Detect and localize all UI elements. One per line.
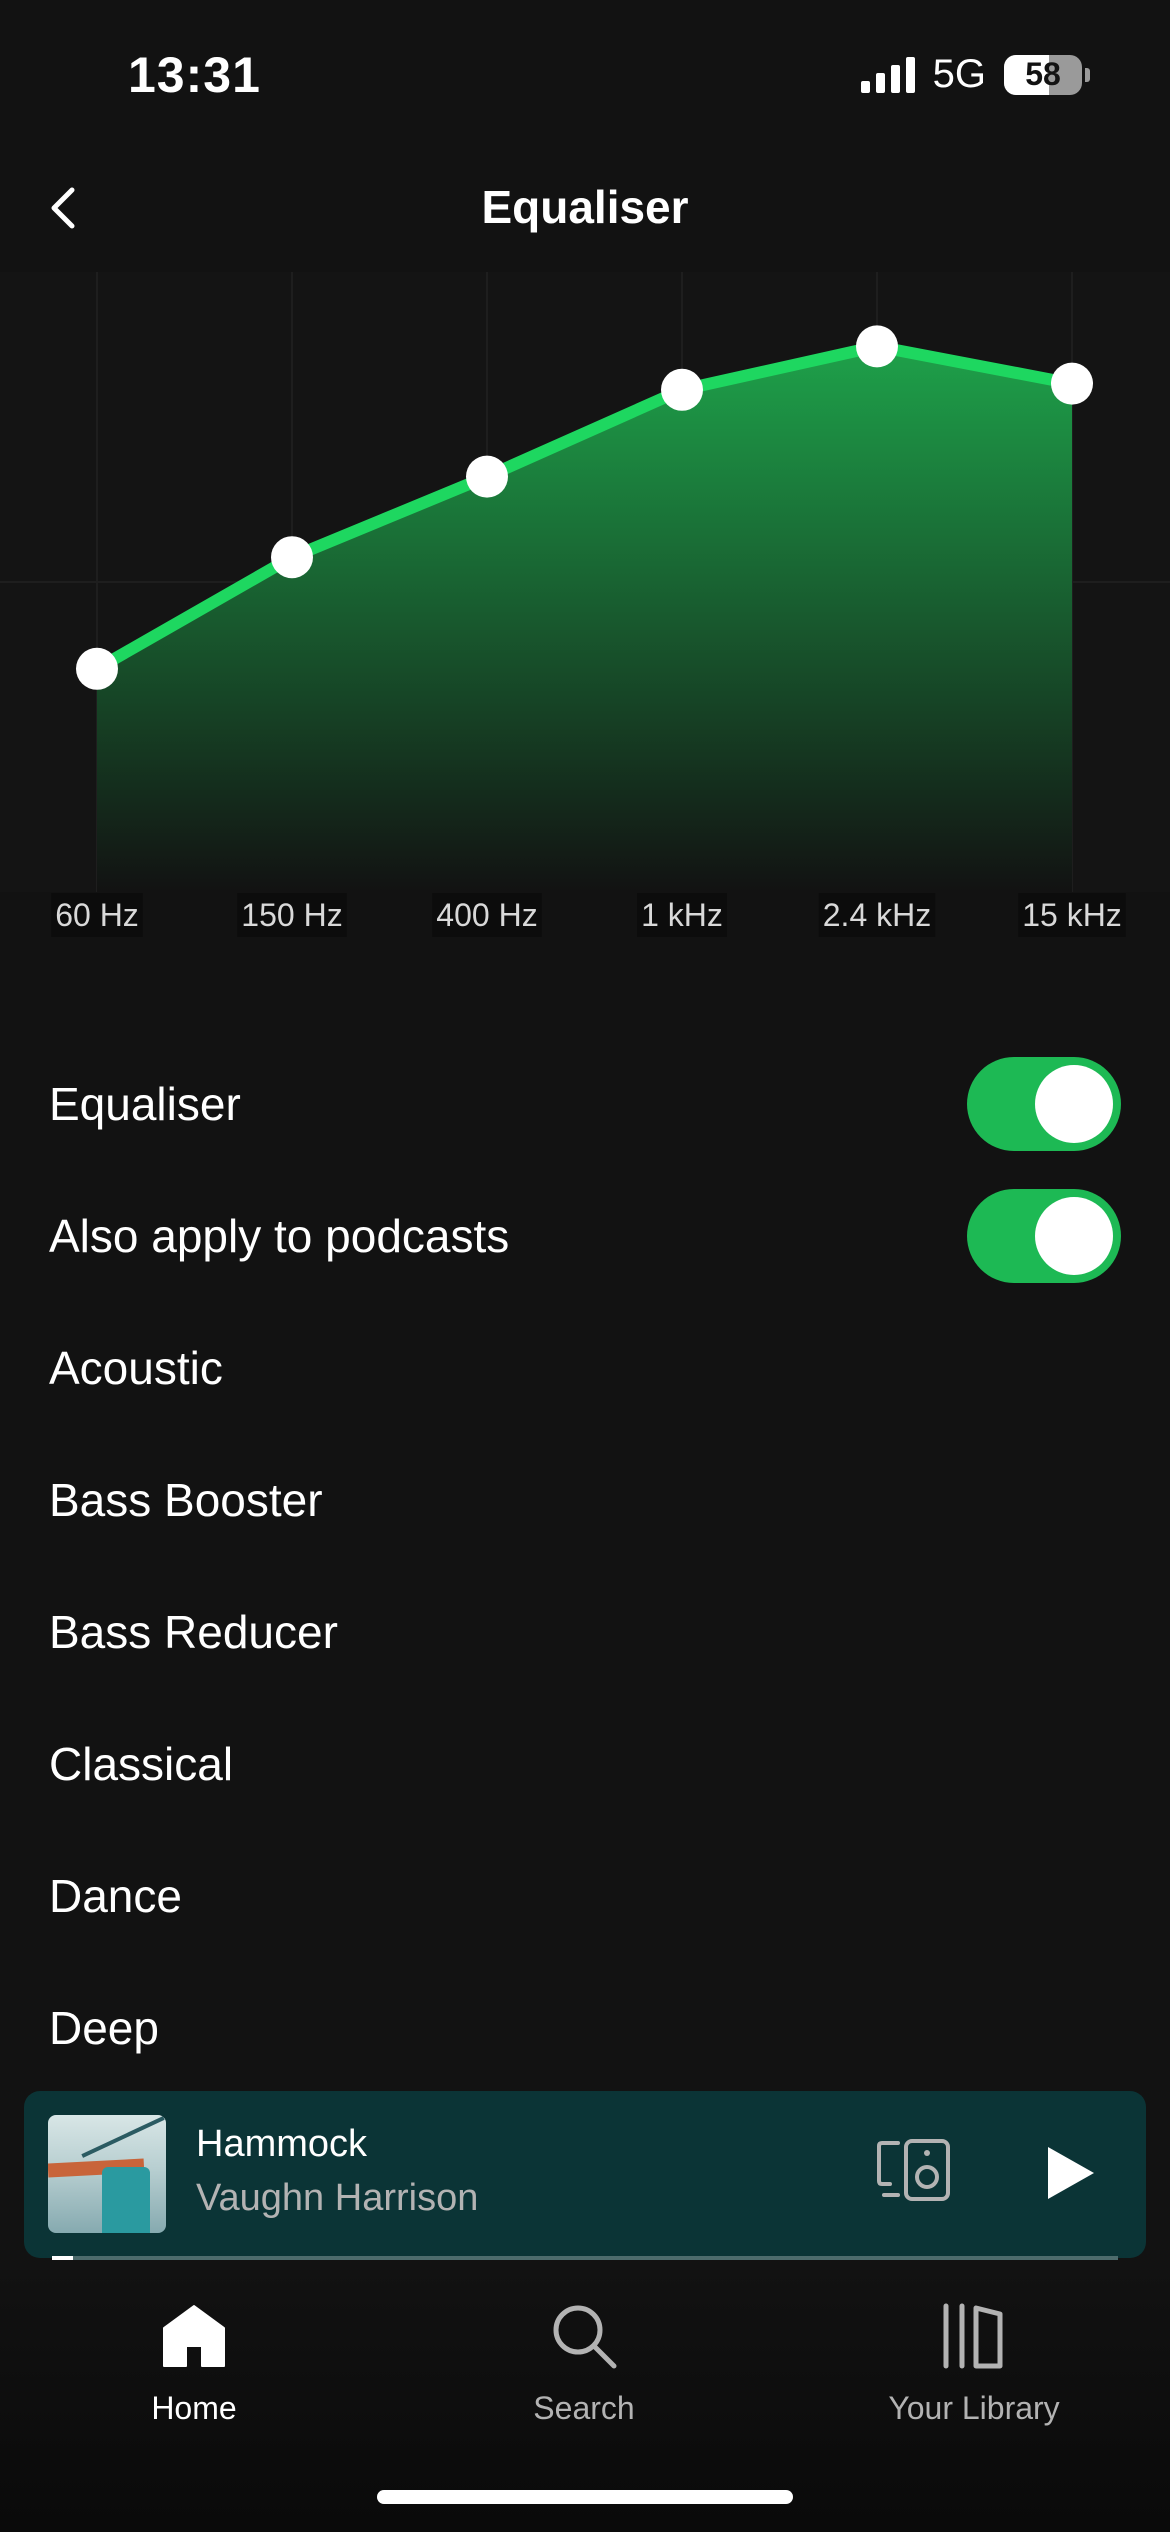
nav-search[interactable]: Search <box>454 2296 714 2427</box>
equaliser-chart[interactable]: 60 Hz 150 Hz 400 Hz 1 kHz 2.4 kHz 15 kHz <box>0 272 1170 952</box>
preset-bass-reducer[interactable]: Bass Reducer <box>0 1566 1170 1698</box>
nav-search-label: Search <box>533 2390 635 2426</box>
eq-band-label: 2.4 kHz <box>823 897 931 933</box>
library-icon <box>943 2303 1003 2369</box>
preset-label: Dance <box>49 1870 182 1922</box>
eq-handle-1[interactable] <box>271 536 313 579</box>
preset-bass-booster[interactable]: Bass Booster <box>0 1434 1170 1566</box>
nav-library-label: Your Library <box>888 2390 1060 2426</box>
podcasts-toggle-row[interactable]: Also apply to podcasts <box>0 1170 1170 1302</box>
battery-icon: 58 <box>1004 54 1090 95</box>
equaliser-label: Equaliser <box>49 1078 241 1130</box>
track-artist[interactable]: Vaughn Harrison <box>196 2177 478 2220</box>
eq-band-label: 15 kHz <box>1022 897 1122 933</box>
eq-band-label: 60 Hz <box>55 897 139 933</box>
album-art[interactable] <box>48 2115 166 2233</box>
preset-label: Deep <box>49 2002 159 2054</box>
preset-label: Classical <box>49 1738 234 1790</box>
preset-label: Bass Reducer <box>49 1606 338 1658</box>
eq-handle-4[interactable] <box>856 325 898 368</box>
nav-home-label: Home <box>151 2390 237 2426</box>
preset-label: Bass Booster <box>49 1474 323 1526</box>
track-title[interactable]: Hammock <box>196 2123 367 2166</box>
mini-player[interactable]: Hammock Vaughn Harrison <box>24 2091 1146 2260</box>
status-icons: 5G 58 <box>860 52 1090 97</box>
preset-deep[interactable]: Deep <box>0 1962 1170 2094</box>
preset-label: Acoustic <box>49 1342 223 1394</box>
eq-handle-0[interactable] <box>76 647 118 690</box>
play-button[interactable] <box>1042 2143 1098 2203</box>
play-icon <box>1048 2147 1094 2199</box>
eq-handle-5[interactable] <box>1051 362 1093 405</box>
podcasts-label: Also apply to podcasts <box>49 1210 510 1262</box>
battery-level: 58 <box>1025 56 1061 92</box>
search-icon <box>553 2305 617 2369</box>
page-title: Equaliser <box>481 181 689 233</box>
eq-handle-3[interactable] <box>661 368 703 411</box>
equaliser-toggle[interactable] <box>967 1057 1121 1151</box>
status-time: 13:31 <box>128 47 261 103</box>
eq-band-label: 1 kHz <box>641 897 723 933</box>
eq-band-label: 400 Hz <box>436 897 537 933</box>
eq-band-label: 150 Hz <box>241 897 342 933</box>
nav-home[interactable]: Home <box>64 2296 324 2427</box>
home-indicator <box>377 2490 793 2504</box>
connect-device-button[interactable] <box>876 2137 952 2203</box>
podcasts-toggle[interactable] <box>967 1189 1121 1283</box>
preset-dance[interactable]: Dance <box>0 1830 1170 1962</box>
preset-acoustic[interactable]: Acoustic <box>0 1302 1170 1434</box>
nav-library[interactable]: Your Library <box>844 2296 1104 2427</box>
eq-handle-2[interactable] <box>466 455 508 498</box>
connect-device-icon <box>877 2139 950 2201</box>
equaliser-toggle-row[interactable]: Equaliser <box>0 1038 1170 1170</box>
network-type: 5G <box>932 52 986 96</box>
home-icon <box>163 2305 225 2367</box>
signal-icon <box>860 56 915 93</box>
preset-classical[interactable]: Classical <box>0 1698 1170 1830</box>
